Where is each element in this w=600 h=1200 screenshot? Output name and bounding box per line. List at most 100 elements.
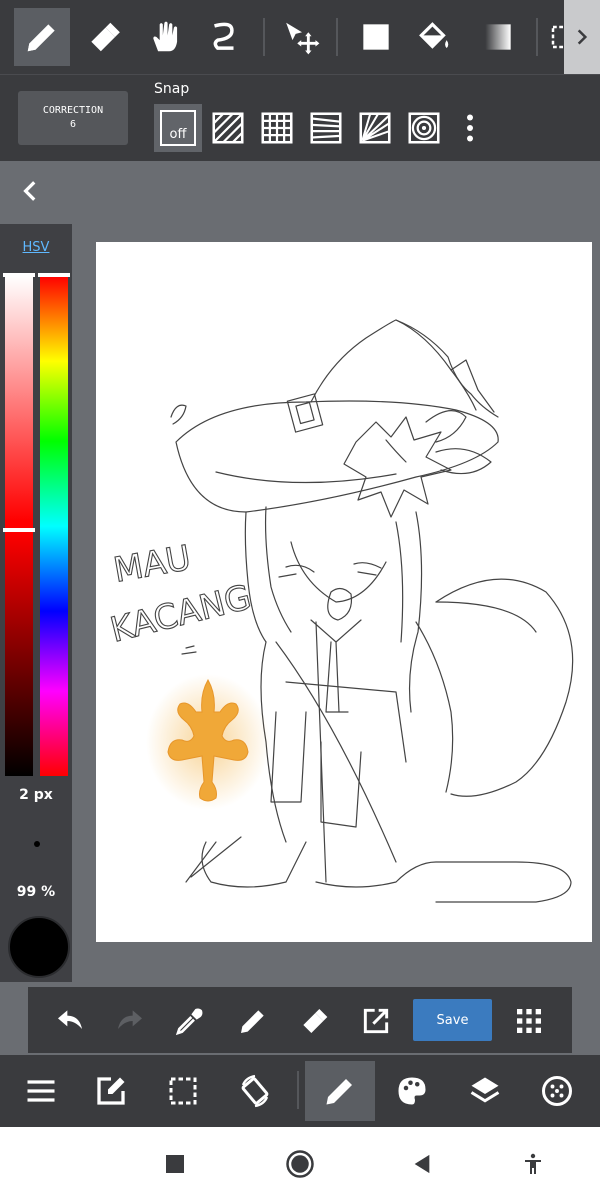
- brush-size-label[interactable]: 2 px: [0, 787, 72, 803]
- concentric-icon: [408, 112, 440, 144]
- accessibility-icon: [525, 1153, 541, 1174]
- toolbar-divider: [536, 18, 538, 56]
- edit-icon: [97, 1077, 125, 1105]
- recents-icon: [166, 1155, 184, 1173]
- color-panel: HSV 2 px 99 %: [0, 224, 72, 982]
- current-color-swatch[interactable]: [8, 916, 70, 978]
- grid-menu-button[interactable]: [509, 1001, 549, 1041]
- edit-button[interactable]: [76, 1061, 146, 1121]
- brush-icon: [326, 1079, 352, 1105]
- color-mode-tab[interactable]: HSV: [0, 240, 72, 255]
- hand-tool-button[interactable]: [138, 8, 194, 66]
- fill-rect-tool-button[interactable]: [348, 8, 404, 66]
- drawing-canvas[interactable]: MAU KACANG: [96, 242, 592, 942]
- slider-thumb[interactable]: [3, 528, 35, 532]
- collapse-panel-icon[interactable]: [18, 178, 44, 204]
- home-icon: [286, 1150, 314, 1178]
- selection-button[interactable]: [148, 1061, 218, 1121]
- more-vert-icon: [467, 114, 473, 142]
- back-button[interactable]: [405, 1147, 439, 1181]
- layers-icon: [470, 1077, 500, 1103]
- lasso-tool-button[interactable]: [196, 8, 252, 66]
- pen-tool-button[interactable]: [14, 8, 70, 66]
- export-button[interactable]: [356, 1001, 396, 1041]
- toolbar-divider: [336, 18, 338, 56]
- line-art-drawing: MAU KACANG: [106, 319, 574, 903]
- perspective-icon: [310, 112, 342, 144]
- snap-off-icon: off: [160, 110, 196, 146]
- layers-button[interactable]: [450, 1061, 520, 1121]
- hand-icon: [153, 21, 178, 52]
- accessibility-button[interactable]: [516, 1147, 550, 1181]
- pen-icon: [241, 1010, 264, 1033]
- snap-more-button[interactable]: [452, 104, 488, 152]
- snap-perspective-button[interactable]: [302, 104, 350, 152]
- nav-divider: [297, 1071, 299, 1109]
- slider-thumb[interactable]: [38, 273, 70, 277]
- toolbar-divider: [263, 18, 265, 56]
- menu-icon: [27, 1080, 55, 1102]
- materials-icon: [542, 1076, 572, 1106]
- snap-concentric-button[interactable]: [400, 104, 448, 152]
- undo-button[interactable]: [50, 1001, 90, 1041]
- redo-button[interactable]: [110, 1001, 150, 1041]
- snap-bar: CORRECTION 6 Snap off: [0, 74, 600, 161]
- square-icon: [363, 24, 389, 50]
- saturation-value-slider[interactable]: [3, 273, 35, 776]
- rotate-icon: [241, 1074, 269, 1108]
- eraser-icon: [303, 1009, 328, 1033]
- gradient-icon: [485, 24, 511, 50]
- radial-icon: [359, 112, 391, 144]
- snap-radial-button[interactable]: [351, 104, 399, 152]
- snap-parallel-button[interactable]: [204, 104, 252, 152]
- correction-button[interactable]: CORRECTION 6: [18, 91, 128, 145]
- palette-icon: [398, 1077, 426, 1105]
- top-toolbar: [0, 0, 600, 74]
- quick-pen-button[interactable]: [233, 1001, 273, 1041]
- grid-menu-icon: [517, 1009, 541, 1033]
- brush-size-preview: [34, 841, 40, 847]
- eyedropper-icon: [175, 1008, 203, 1036]
- menu-button[interactable]: [6, 1061, 76, 1121]
- slider-thumb[interactable]: [3, 273, 35, 277]
- move-icon: [286, 22, 320, 55]
- snap-label: Snap: [154, 81, 190, 97]
- redo-icon: [118, 1010, 142, 1029]
- hue-slider[interactable]: [38, 273, 70, 776]
- eraser-icon: [91, 22, 120, 52]
- brush-button[interactable]: [305, 1061, 375, 1121]
- eraser-tool-button[interactable]: [76, 8, 132, 66]
- home-button[interactable]: [283, 1147, 317, 1181]
- eyedropper-button[interactable]: [170, 1001, 210, 1041]
- main-navigation: [0, 1055, 600, 1127]
- materials-button[interactable]: [522, 1061, 592, 1121]
- toolbar-more-button[interactable]: [564, 0, 600, 74]
- grid-icon: [261, 112, 293, 144]
- snap-off-label: off: [169, 127, 187, 142]
- rotate-canvas-button[interactable]: [220, 1061, 290, 1121]
- parallel-lines-icon: [212, 112, 244, 144]
- move-tool-button[interactable]: [274, 8, 330, 66]
- selection-icon: [169, 1077, 197, 1105]
- chevron-right-icon: [577, 29, 588, 45]
- gradient-tool-button[interactable]: [470, 8, 526, 66]
- correction-label: CORRECTION: [42, 105, 104, 116]
- lasso-icon: [213, 22, 234, 50]
- pen-icon: [27, 24, 55, 52]
- quick-eraser-button[interactable]: [294, 1001, 334, 1041]
- snap-off-button[interactable]: off: [154, 104, 202, 152]
- opacity-label[interactable]: 99 %: [0, 884, 72, 900]
- snap-grid-button[interactable]: [253, 104, 301, 152]
- palette-button[interactable]: [377, 1061, 447, 1121]
- back-icon: [414, 1154, 430, 1174]
- correction-value: 6: [69, 119, 77, 130]
- bucket-tool-button[interactable]: [406, 8, 462, 66]
- canvas-text-line-1: MAU: [111, 538, 194, 591]
- bucket-icon: [419, 22, 449, 49]
- undo-icon: [58, 1010, 82, 1029]
- system-navigation-bar: [0, 1127, 600, 1200]
- export-icon: [363, 1008, 389, 1034]
- quick-action-bar: Save: [28, 987, 572, 1053]
- save-button[interactable]: Save: [413, 999, 492, 1041]
- recents-button[interactable]: [158, 1147, 192, 1181]
